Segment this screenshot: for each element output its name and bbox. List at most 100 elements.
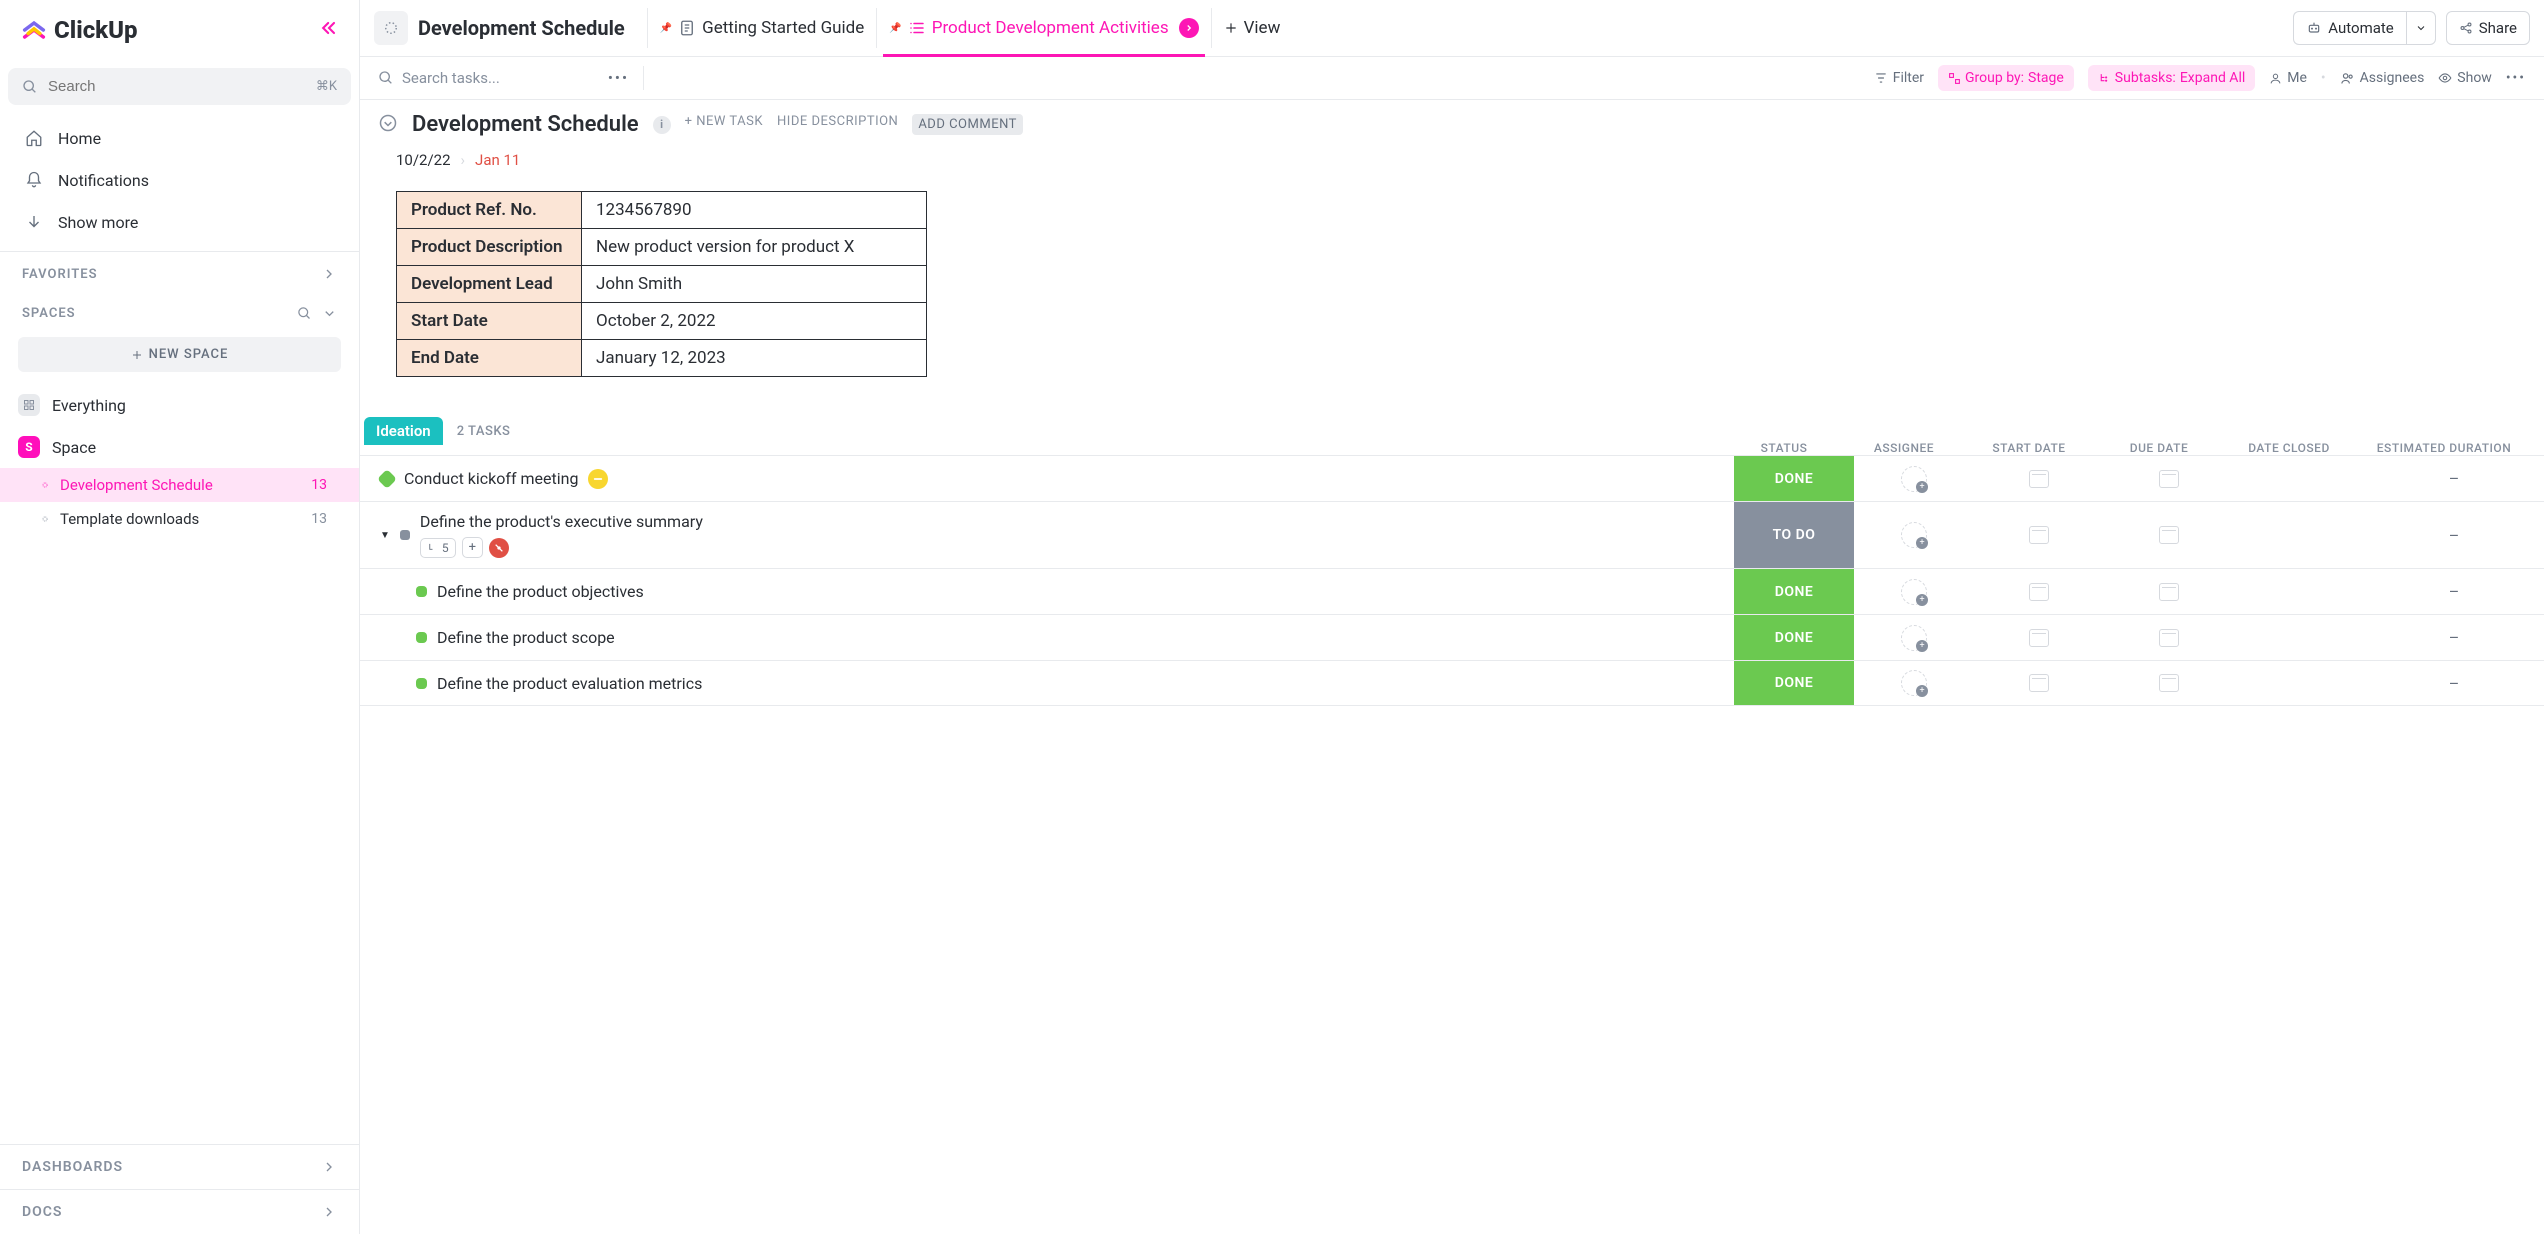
calendar-icon (2029, 583, 2049, 601)
due-date-cell[interactable] (2104, 526, 2234, 544)
calendar-icon (2029, 470, 2049, 488)
show-button[interactable]: Show (2438, 70, 2492, 86)
start-date[interactable]: 10/2/22 (396, 151, 451, 169)
start-date-cell[interactable] (1974, 583, 2104, 601)
tab-product-development[interactable]: 📌 Product Development Activities (876, 8, 1210, 48)
col-start-date[interactable]: START DATE (1964, 441, 2094, 455)
chevron-right-icon (321, 1204, 337, 1220)
task-row[interactable]: Define the product scope DONE – (360, 614, 2544, 660)
duration-cell[interactable]: – (2364, 582, 2544, 601)
status-square-icon[interactable] (377, 469, 397, 489)
task-row[interactable]: Define the product evaluation metrics DO… (360, 660, 2544, 706)
me-filter[interactable]: Me (2269, 70, 2307, 86)
assignee-cell[interactable] (1854, 579, 1974, 605)
new-task-button[interactable]: + NEW TASK (685, 114, 763, 135)
share-button[interactable]: Share (2446, 11, 2530, 45)
space-everything[interactable]: Everything (0, 384, 359, 426)
priority-urgent-icon[interactable] (489, 538, 509, 558)
add-comment-button[interactable]: ADD COMMENT (912, 114, 1023, 135)
assignee-cell[interactable] (1854, 625, 1974, 651)
assignees-filter[interactable]: Assignees (2340, 70, 2425, 86)
due-date-cell[interactable] (2104, 583, 2234, 601)
col-duration[interactable]: ESTIMATED DURATION (2354, 441, 2534, 455)
task-row[interactable]: Conduct kickoff meeting DONE – (360, 455, 2544, 501)
start-date-cell[interactable] (1974, 629, 2104, 647)
task-search[interactable]: Search tasks... ••• (378, 66, 1860, 90)
list-development-schedule[interactable]: Development Schedule 13 (0, 468, 359, 502)
calendar-icon (2159, 470, 2179, 488)
caret-down-icon[interactable]: ▼ (380, 530, 390, 541)
col-assignee[interactable]: ASSIGNEE (1844, 441, 1964, 455)
nav-show-more[interactable]: Show more (0, 201, 359, 243)
due-date-cell[interactable] (2104, 470, 2234, 488)
list-dot-icon (40, 480, 50, 490)
logo[interactable]: ClickUp (20, 16, 138, 44)
task-title: Define the product's executive summary (420, 512, 703, 531)
nav-notifications[interactable]: Notifications (0, 159, 359, 201)
start-date-cell[interactable] (1974, 470, 2104, 488)
doc-icon (678, 19, 696, 37)
more-dots-icon[interactable]: ••• (608, 69, 629, 87)
dashboards-section[interactable]: DASHBOARDS (0, 1144, 359, 1189)
info-icon[interactable]: i (653, 116, 671, 134)
col-status[interactable]: STATUS (1724, 441, 1844, 455)
plus-icon (1224, 21, 1238, 35)
due-date-cell[interactable] (2104, 674, 2234, 692)
group-by-pill[interactable]: Group by: Stage (1938, 65, 2074, 91)
subtask-count-badge[interactable]: 5 (420, 538, 456, 558)
status-cell[interactable]: DONE (1734, 456, 1854, 501)
person-icon (2269, 72, 2282, 85)
filter-button[interactable]: Filter (1874, 70, 1924, 86)
favorites-section[interactable]: FAVORITES (0, 252, 359, 292)
start-date-cell[interactable] (1974, 526, 2104, 544)
assignee-cell[interactable] (1854, 466, 1974, 492)
task-row[interactable]: ▼ Define the product's executive summary… (360, 501, 2544, 568)
docs-section[interactable]: DOCS (0, 1189, 359, 1234)
due-date[interactable]: Jan 11 (475, 151, 520, 169)
status-cell[interactable]: DONE (1734, 615, 1854, 660)
task-row[interactable]: Define the product objectives DONE – (360, 568, 2544, 614)
status-cell[interactable]: TO DO (1734, 502, 1854, 568)
hide-description-button[interactable]: HIDE DESCRIPTION (777, 114, 898, 135)
duration-cell[interactable]: – (2364, 469, 2544, 488)
status-cell[interactable]: DONE (1734, 661, 1854, 705)
collapse-toggle[interactable] (378, 113, 398, 137)
duration-cell[interactable]: – (2364, 526, 2544, 545)
start-date-cell[interactable] (1974, 674, 2104, 692)
automate-dropdown[interactable] (2406, 11, 2436, 45)
search-icon[interactable] (297, 306, 312, 321)
add-subtask-button[interactable]: + (462, 537, 483, 558)
list-template-downloads[interactable]: Template downloads 13 (0, 502, 359, 536)
automate-button[interactable]: Automate (2293, 11, 2405, 45)
status-square-icon[interactable] (416, 586, 427, 597)
sidebar-collapse-button[interactable] (319, 18, 339, 42)
col-date-closed[interactable]: DATE CLOSED (2224, 441, 2354, 455)
chevron-down-icon[interactable] (322, 306, 337, 321)
list-icon (374, 11, 408, 45)
doc-title[interactable]: Development Schedule (412, 112, 639, 137)
chevron-right-circle-icon[interactable] (1179, 18, 1199, 38)
add-view-button[interactable]: View (1211, 8, 1293, 48)
status-square-icon[interactable] (400, 530, 410, 540)
group-badge[interactable]: Ideation (364, 417, 443, 445)
assignee-cell[interactable] (1854, 522, 1974, 548)
status-cell[interactable]: DONE (1734, 569, 1854, 614)
status-square-icon[interactable] (416, 632, 427, 643)
duration-cell[interactable]: – (2364, 628, 2544, 647)
subtasks-pill[interactable]: Subtasks: Expand All (2088, 65, 2255, 91)
status-square-icon[interactable] (416, 678, 427, 689)
new-space-button[interactable]: NEW SPACE (18, 337, 341, 372)
more-dots-icon[interactable]: ••• (2506, 70, 2526, 86)
col-due-date[interactable]: DUE DATE (2094, 441, 2224, 455)
due-date-cell[interactable] (2104, 629, 2234, 647)
assignee-cell[interactable] (1854, 670, 1974, 696)
space-space[interactable]: S Space (0, 426, 359, 468)
tab-getting-started[interactable]: 📌 Getting Started Guide (647, 8, 877, 48)
calendar-icon (2029, 629, 2049, 647)
breadcrumb[interactable]: Development Schedule (374, 11, 625, 45)
nav-home[interactable]: Home (0, 117, 359, 159)
space-avatar: S (18, 436, 40, 458)
priority-normal-icon[interactable] (588, 469, 608, 489)
duration-cell[interactable]: – (2364, 674, 2544, 693)
search-input[interactable]: ⌘K (8, 68, 351, 105)
